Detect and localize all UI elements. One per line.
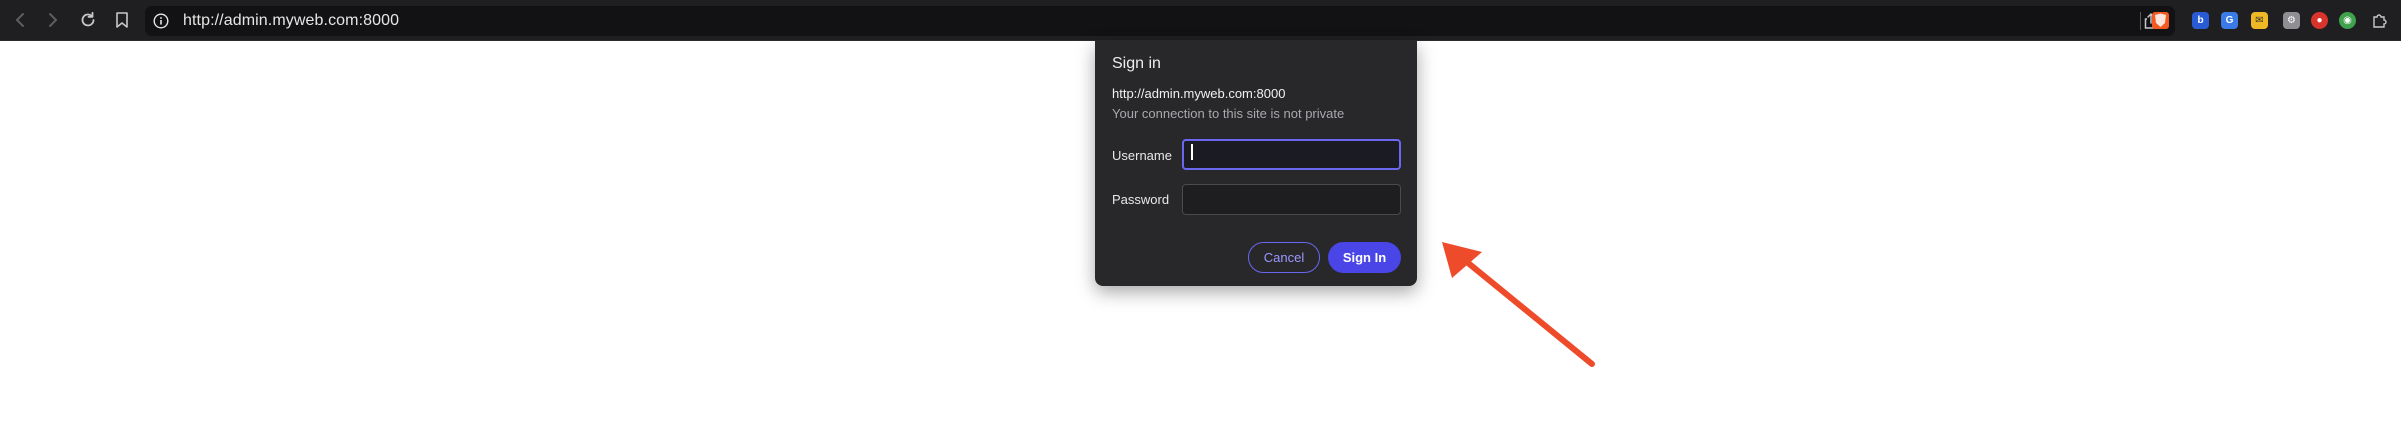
extension-wallet-icon[interactable]: ✉ [2251,12,2268,29]
extension-grey-icon[interactable]: ⚙ [2283,12,2300,29]
extension-green-icon[interactable]: ◉ [2339,12,2356,29]
password-label: Password [1112,192,1170,207]
username-input[interactable] [1182,139,1401,170]
brave-shield-icon[interactable] [2152,12,2169,29]
browser-toolbar: http://admin.myweb.com:8000 b G ✉ ⚙ ● ◉ [0,0,2401,41]
sign-in-dialog: Sign in http://admin.myweb.com:8000 Your… [1095,41,1417,286]
text-caret [1191,144,1193,160]
info-icon[interactable] [153,13,169,29]
back-button[interactable] [8,8,32,32]
bookmark-button[interactable] [110,8,134,32]
url-text[interactable]: http://admin.myweb.com:8000 [183,12,399,30]
bookmark-icon [116,12,128,28]
dialog-privacy-note: Your connection to this site is not priv… [1112,106,1345,121]
back-icon [15,13,24,27]
reload-icon [81,11,95,27]
extensions-icon[interactable] [2371,12,2388,29]
password-input[interactable] [1182,184,1401,215]
toolbar-divider [2140,12,2141,30]
forward-icon [49,13,58,27]
dialog-site-url: http://admin.myweb.com:8000 [1112,86,1286,101]
username-label: Username [1112,148,1172,163]
extension-red-icon[interactable]: ● [2311,12,2328,29]
extension-bitwarden-icon[interactable]: b [2192,12,2209,29]
cancel-button[interactable]: Cancel [1248,242,1320,273]
reload-button[interactable] [76,8,100,32]
sign-in-button[interactable]: Sign In [1328,242,1401,273]
forward-button[interactable] [41,8,65,32]
address-bar[interactable]: http://admin.myweb.com:8000 [145,6,2175,36]
extension-translate-icon[interactable]: G [2221,12,2238,29]
dialog-title: Sign in [1112,55,1161,72]
annotation-arrow [1442,242,1595,367]
